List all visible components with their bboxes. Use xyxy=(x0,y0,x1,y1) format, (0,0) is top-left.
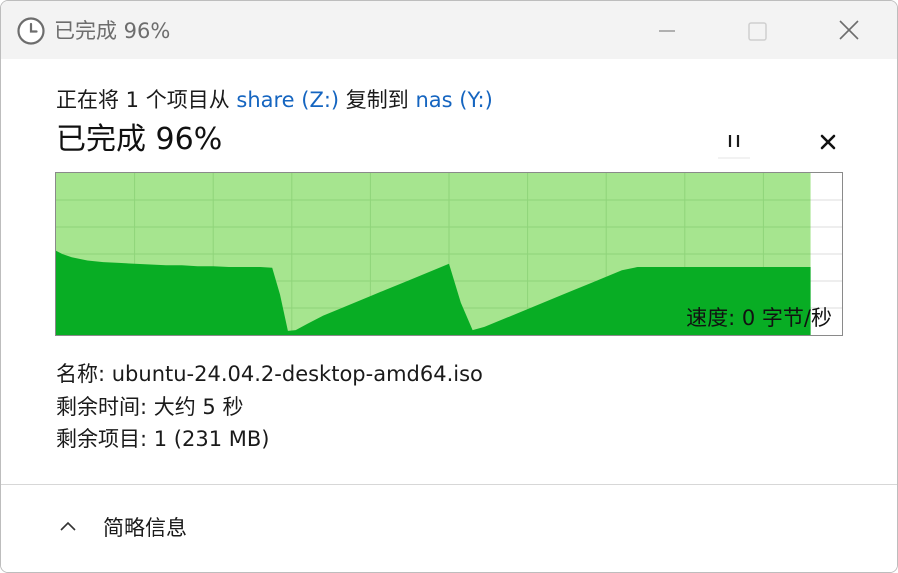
chevron-up-icon xyxy=(60,521,76,531)
time-remaining: 剩余时间: 大约 5 秒 xyxy=(56,395,244,419)
fewer-details-label: 简略信息 xyxy=(103,516,187,540)
source-link[interactable]: share (Z:) xyxy=(236,88,339,112)
copy-middle: 复制到 xyxy=(339,88,416,112)
pause-icon xyxy=(718,135,750,159)
close-icon xyxy=(820,134,836,150)
copy-prefix: 正在将 1 个项目从 xyxy=(56,88,237,112)
destination-link[interactable]: nas (Y:) xyxy=(415,88,492,112)
minimize-icon xyxy=(659,30,675,32)
cancel-copy-button[interactable] xyxy=(809,126,847,160)
maximize-button xyxy=(737,13,777,49)
window-title: 已完成 96% xyxy=(54,19,171,43)
close-icon xyxy=(839,20,859,40)
pause-button[interactable] xyxy=(715,126,753,160)
dialog-footer: 简略信息 xyxy=(1,484,897,572)
close-window-button[interactable] xyxy=(829,13,869,49)
clock-icon xyxy=(17,17,45,45)
file-name: 名称: ubuntu-24.04.2-desktop-amd64.iso xyxy=(56,362,483,386)
speed-readout: 速度: 0 字节/秒 xyxy=(686,306,832,330)
title-bar[interactable]: 已完成 96% xyxy=(1,1,897,59)
items-remaining: 剩余项目: 1 (231 MB) xyxy=(56,427,270,451)
maximize-icon xyxy=(748,22,767,41)
progress-title: 已完成 96% xyxy=(56,122,223,157)
file-copy-dialog: 已完成 96% 正在将 1 个项目从 share (Z:) 复制到 nas (Y… xyxy=(0,0,898,573)
minimize-button[interactable] xyxy=(647,13,687,49)
transfer-speed-graph: 速度: 0 字节/秒 xyxy=(55,172,843,336)
copy-description: 正在将 1 个项目从 share (Z:) 复制到 nas (Y:) xyxy=(56,85,493,115)
